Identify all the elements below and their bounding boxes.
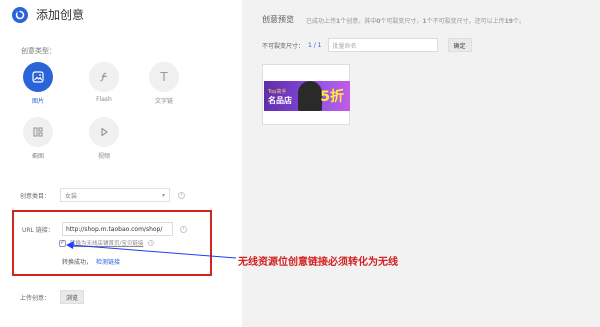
type-flash[interactable]: Flash — [84, 62, 124, 103]
type-flash-label: Flash — [96, 96, 112, 103]
category-select[interactable]: 女装 ▾ — [60, 188, 170, 202]
nonsplit-row: 不可裂变尺寸： 1 / 1 批量命名 确定 — [262, 38, 472, 52]
creative-thumbnail-card[interactable]: Top高手 名品店 5折 — [262, 64, 350, 125]
type-video[interactable]: 视频 — [84, 117, 124, 160]
browse-button[interactable]: 浏览 — [60, 290, 84, 304]
thumb-text1: Top高手 — [268, 89, 287, 95]
type-text[interactable]: T 文字链 — [144, 62, 184, 105]
detect-link[interactable]: 检测链接 — [96, 257, 120, 266]
nonsplit-label: 不可裂变尺寸： — [262, 42, 305, 50]
category-label: 创意类目： — [20, 192, 51, 200]
type-grid-item[interactable]: 橱图 — [18, 117, 58, 160]
checkmark-icon: ✓ — [59, 239, 66, 246]
url-label: URL 链接： — [22, 226, 54, 234]
type-grid-label: 橱图 — [31, 153, 44, 160]
thumb-text2: 名品店 — [268, 96, 292, 105]
url-row: URL 链接： http://shop.m.taobao.com/shop/ i — [22, 222, 187, 236]
convert-row: ✓ 转换为无线店铺首页/宝贝链接 i — [59, 239, 155, 247]
grid-icon — [23, 117, 53, 147]
category-row: 创意类目： 女装 ▾ i — [20, 188, 185, 202]
upload-label: 上传创意： — [20, 294, 51, 302]
url-value: http://shop.m.taobao.com/shop/ — [66, 225, 163, 233]
right-panel: 创意预览 已成功上传1个创意，其中0个可裂变尺寸，1个不可裂变尺寸。还可以上传1… — [242, 0, 600, 327]
annotation-text: 无线资源位创意链接必须转化为无线 — [238, 257, 398, 268]
page-indicator: 1 / 1 — [308, 41, 322, 49]
upload-row: 上传创意： 浏览 — [20, 290, 84, 304]
batch-name-input[interactable]: 批量命名 — [327, 38, 438, 52]
preview-stats: 已成功上传1个创意，其中0个可裂变尺寸，1个不可裂变尺寸。还可以上传19个。 — [306, 18, 525, 25]
type-video-label: 视频 — [97, 153, 110, 160]
preview-title: 创意预览 — [262, 15, 294, 24]
flash-icon — [89, 62, 119, 92]
chevron-down-icon: ▾ — [161, 191, 165, 199]
thumb-text3: 5折 — [320, 89, 344, 105]
page-title: 添加创意 — [36, 8, 85, 22]
batch-name-placeholder: 批量命名 — [332, 42, 357, 50]
success-row: 转换成功， 检测链接 — [62, 257, 120, 266]
url-section-highlight: URL 链接： http://shop.m.taobao.com/shop/ i… — [12, 210, 212, 276]
url-input[interactable]: http://shop.m.taobao.com/shop/ — [62, 222, 173, 236]
play-icon — [89, 117, 119, 147]
creative-banner-image: Top高手 名品店 5折 — [264, 81, 350, 111]
header: 添加创意 — [12, 6, 84, 23]
url-info-icon[interactable]: i — [180, 225, 187, 233]
model-figure — [298, 81, 322, 111]
info-icon[interactable]: i — [178, 191, 185, 199]
type-grid: 图片 Flash T 文字链 橱图 视频 — [18, 62, 238, 172]
success-text: 转换成功， — [62, 259, 93, 266]
convert-link[interactable]: 转换为无线店铺首页/宝贝链接 — [70, 239, 143, 247]
convert-info-icon[interactable]: i — [148, 240, 155, 246]
type-text-label: 文字链 — [154, 98, 173, 105]
logo-icon — [12, 6, 28, 23]
convert-checkbox[interactable]: ✓ — [59, 239, 66, 247]
type-image[interactable]: 图片 — [18, 62, 58, 105]
type-section-label: 创意类型： — [21, 47, 56, 55]
left-panel: 添加创意 创意类型： 图片 Flash T 文字链 橱图 视频 创意类目： 女装… — [0, 0, 242, 327]
type-image-label: 图片 — [31, 98, 44, 105]
category-value: 女装 — [65, 192, 78, 200]
confirm-button[interactable]: 确定 — [447, 38, 472, 52]
text-icon: T — [149, 62, 179, 92]
image-icon — [23, 62, 53, 92]
